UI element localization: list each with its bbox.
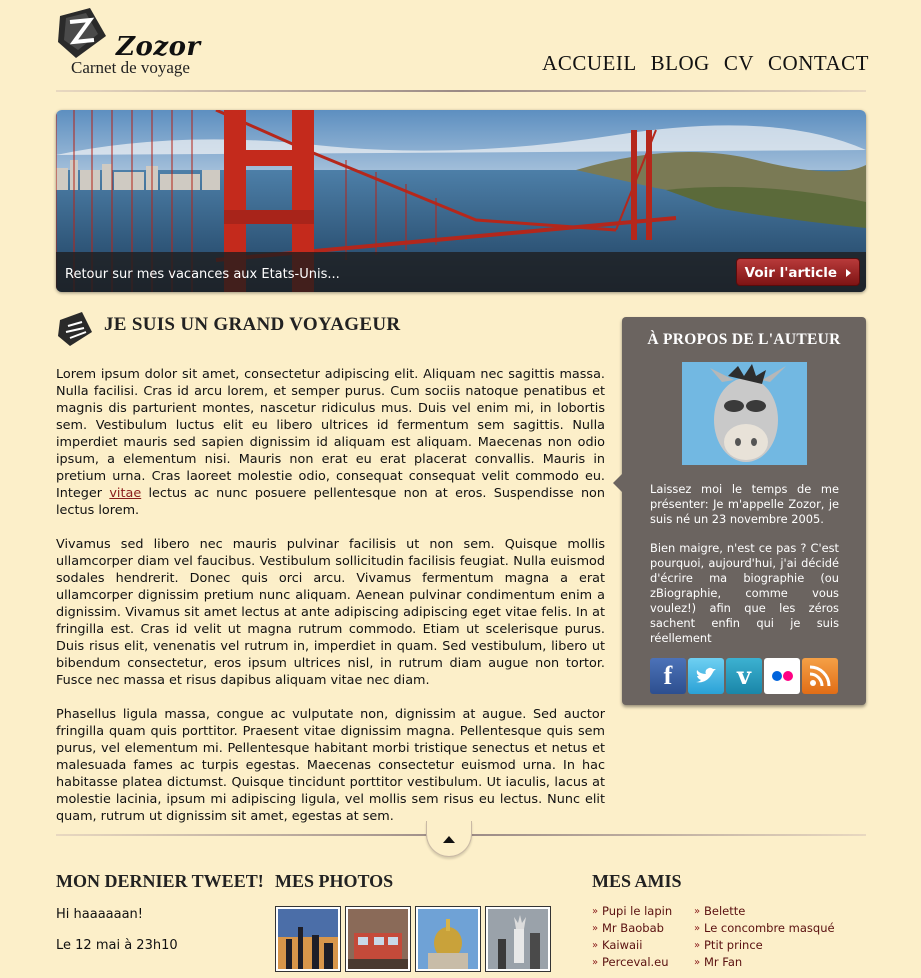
read-article-label: Voir l'article [744,265,837,281]
tweet-date: Le 12 mai à 23h10 [56,938,178,953]
arrow-right-icon [846,269,851,277]
logo-subtitle: Carnet de voyage [71,58,190,77]
nav-accueil[interactable]: ACCUEIL [542,51,637,76]
nav-blog[interactable]: BLOG [651,51,710,76]
banner-caption: Retour sur mes vacances aux Etats-Unis..… [65,267,340,282]
friend-link[interactable]: Pupi le lapin [592,903,672,920]
site-logo[interactable]: Zozor Carnet de voyage [56,6,206,80]
article-body: Lorem ipsum dolor sit amet, consectetur … [56,366,605,842]
friend-link[interactable]: Ptit prince [694,937,835,954]
hero-banner: Retour sur mes vacances aux Etats-Unis..… [56,110,866,292]
article-paragraph-1: Lorem ipsum dolor sit amet, consectetur … [56,366,605,519]
article-text: Lorem ipsum dolor sit amet, consectetur … [56,367,605,501]
tweet-title: MON DERNIER TWEET! [56,871,264,891]
friend-link[interactable]: Mr Fan [694,954,835,971]
tweet-text: Hi haaaaaan! [56,907,144,922]
article-title: JE SUIS UN GRAND VOYAGEUR [104,314,401,335]
photo-thumbnail[interactable] [345,906,411,972]
article-paragraph-3: Phasellus ligula massa, congue ac vulput… [56,707,605,824]
sidebar-notch [613,474,622,492]
author-avatar [682,362,807,465]
photo-thumbnail[interactable] [415,906,481,972]
friend-link[interactable]: Le concombre masqué [694,920,835,937]
facebook-icon[interactable]: f [650,658,686,694]
twitter-icon[interactable] [688,658,724,694]
main-nav: ACCUEIL BLOG CV CONTACT [542,51,869,76]
author-sidebar: À PROPOS DE L'AUTEUR Laissez moi le temp… [613,317,866,705]
donkey-avatar-icon [682,362,807,465]
sidebar-title: À PROPOS DE L'AUTEUR [647,331,841,348]
friend-link[interactable]: Belette [694,903,835,920]
read-article-button[interactable]: Voir l'article [735,258,860,286]
friends-list-2: Belette Le concombre masqué Ptit prince … [694,903,835,971]
article-icon [58,312,92,346]
friend-link[interactable]: Perceval.eu [592,954,672,971]
flickr-icon[interactable] [764,658,800,694]
friends-title: MES AMIS [592,871,682,891]
author-bio: Bien maigre, n'est ce pas ? C'est pourqu… [650,541,839,645]
photos-title: MES PHOTOS [275,871,394,891]
nav-cv[interactable]: CV [724,51,754,76]
author-intro: Laissez moi le temps de me présenter: Je… [650,482,839,526]
header-divider [56,90,866,92]
friend-link[interactable]: Kaiwaii [592,937,672,954]
article-paragraph-2: Vivamus sed libero nec mauris pulvinar f… [56,537,605,688]
photo-gallery [275,906,551,972]
article-link-vitae[interactable]: vitae [109,486,141,501]
social-links: f v [650,658,838,694]
arrow-up-icon [443,836,455,843]
nav-contact[interactable]: CONTACT [768,51,869,76]
friend-link[interactable]: Mr Baobab [592,920,672,937]
logo-icon [58,8,106,58]
rss-icon[interactable] [802,658,838,694]
photo-thumbnail[interactable] [485,906,551,972]
photo-thumbnail[interactable] [275,906,341,972]
friends-list-1: Pupi le lapin Mr Baobab Kaiwaii Perceval… [592,903,672,971]
back-to-top-button[interactable] [426,821,472,857]
vimeo-icon[interactable]: v [726,658,762,694]
